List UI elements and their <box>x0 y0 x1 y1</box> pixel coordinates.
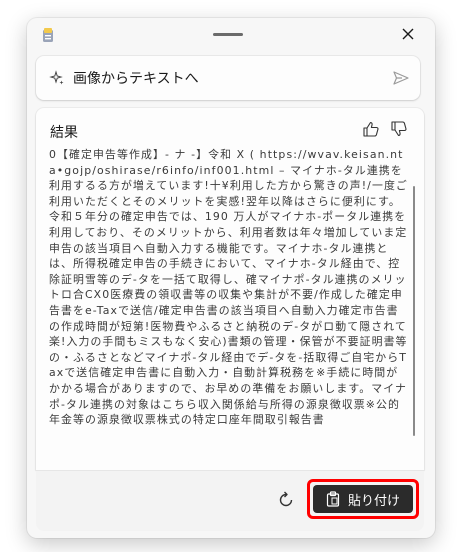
thumbs-up-icon[interactable] <box>362 120 380 138</box>
paste-label: 貼り付け <box>347 493 400 509</box>
prompt-field[interactable]: 画像からテキストへ <box>36 56 420 100</box>
result-title: 結果 <box>50 125 78 141</box>
thumbs-down-icon[interactable] <box>390 120 408 138</box>
text-extract-window: 画像からテキストへ 結果 0【確定申告等作成】- ナ -】令和 X ( http… <box>27 18 435 538</box>
paste-button[interactable]: 貼り付け <box>313 485 413 513</box>
paste-icon <box>326 491 340 507</box>
close-button[interactable] <box>398 24 418 44</box>
prompt-text: 画像からテキストへ <box>73 71 199 87</box>
sparkle-icon <box>49 70 64 85</box>
paste-highlight: 貼り付け <box>307 479 419 519</box>
drag-handle[interactable] <box>213 33 243 36</box>
action-bar: 貼り付け <box>36 470 424 531</box>
app-icon <box>43 28 53 42</box>
close-icon <box>402 28 414 40</box>
result-text[interactable]: 0【確定申告等作成】- ナ -】令和 X ( https://wvav.keis… <box>49 147 409 459</box>
result-card: 結果 0【確定申告等作成】- ナ -】令和 X ( https://wvav.k… <box>36 108 424 470</box>
refresh-icon[interactable] <box>276 490 296 510</box>
send-icon[interactable] <box>392 69 410 87</box>
scrollbar[interactable] <box>413 186 415 436</box>
